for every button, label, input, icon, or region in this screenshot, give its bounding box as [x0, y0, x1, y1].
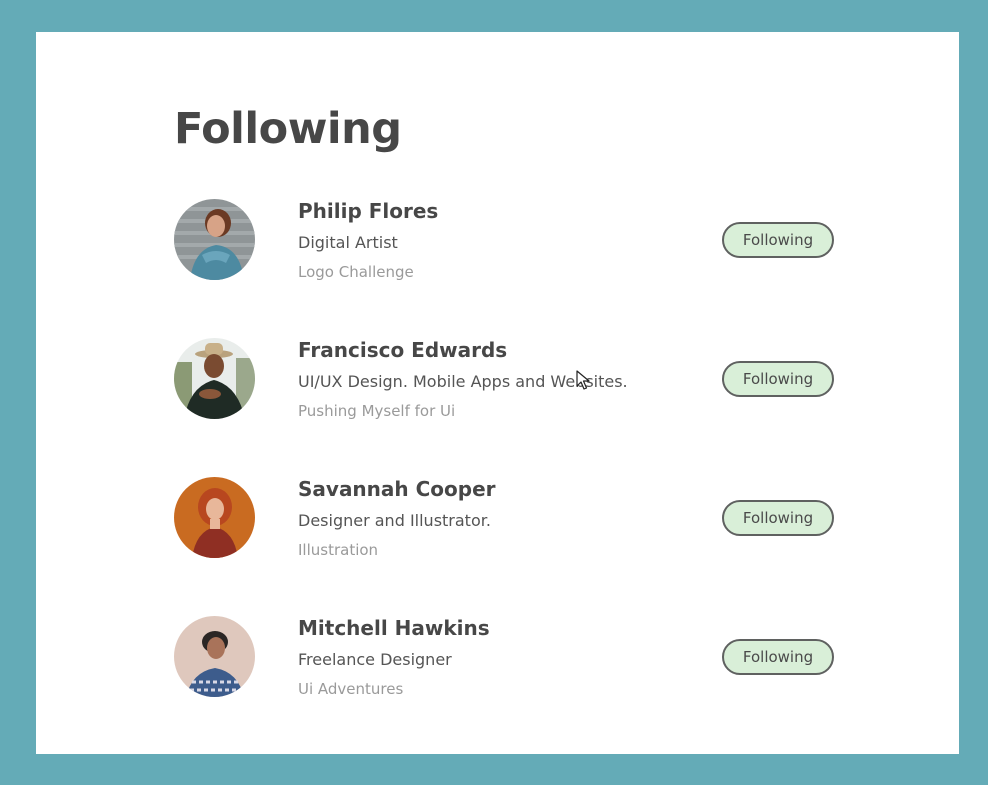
following-button[interactable]: Following	[722, 222, 834, 258]
page-title: Following	[174, 104, 402, 154]
list-item: Francisco Edwards UI/UX Design. Mobile A…	[174, 338, 836, 420]
user-description: Designer and Illustrator.	[298, 511, 491, 530]
avatar[interactable]	[174, 616, 255, 697]
user-tag: Illustration	[298, 541, 379, 559]
list-item: Savannah Cooper Designer and Illustrator…	[174, 477, 836, 559]
avatar[interactable]	[174, 199, 255, 280]
user-tag: Logo Challenge	[298, 263, 414, 281]
list-item: Mitchell Hawkins Freelance Designer Ui A…	[174, 616, 836, 698]
list-item: Philip Flores Digital Artist Logo Challe…	[174, 199, 836, 281]
user-description: Freelance Designer	[298, 650, 452, 669]
user-tag: Ui Adventures	[298, 680, 404, 698]
avatar[interactable]	[174, 338, 255, 419]
following-button[interactable]: Following	[722, 361, 834, 397]
avatar[interactable]	[174, 477, 255, 558]
user-name[interactable]: Philip Flores	[298, 199, 438, 223]
following-card: Following Philip Flores Digital Artist L…	[36, 32, 959, 754]
following-button[interactable]: Following	[722, 500, 834, 536]
mouse-pointer-icon	[576, 370, 590, 390]
user-name[interactable]: Mitchell Hawkins	[298, 616, 490, 640]
user-tag: Pushing Myself for Ui	[298, 402, 456, 420]
following-button[interactable]: Following	[722, 639, 834, 675]
user-description: Digital Artist	[298, 233, 398, 252]
user-name[interactable]: Savannah Cooper	[298, 477, 496, 501]
user-name[interactable]: Francisco Edwards	[298, 338, 507, 362]
